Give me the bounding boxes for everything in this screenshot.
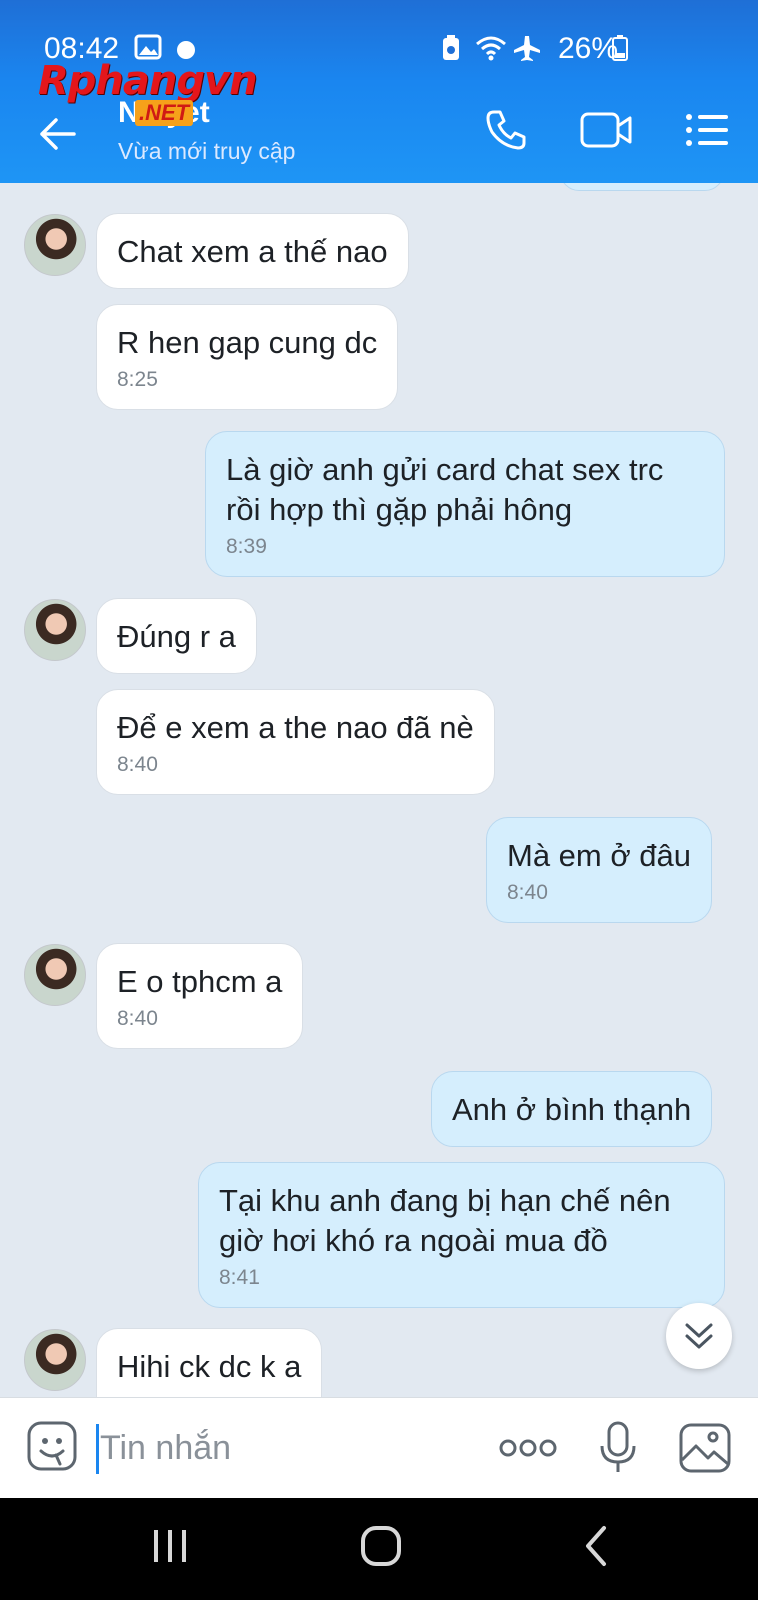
message-bubble[interactable]: Đúng r a bbox=[96, 598, 257, 674]
back-icon[interactable] bbox=[580, 1524, 610, 1568]
message-text: Chat xem a thế nao bbox=[117, 234, 388, 269]
message-composer bbox=[0, 1397, 758, 1499]
chat-thread[interactable]: Chat xem a thế nao R hen gap cung dc 8:2… bbox=[0, 183, 758, 1397]
avatar[interactable] bbox=[24, 214, 86, 276]
message-text: Để e xem a the nao đã nè bbox=[117, 710, 474, 745]
video-call-icon[interactable] bbox=[580, 108, 634, 152]
message-bubble[interactable]: Mà em ở đâu 8:40 bbox=[486, 817, 713, 923]
sticker-icon[interactable] bbox=[26, 1420, 78, 1472]
message-time: 8:41 bbox=[219, 1266, 260, 1289]
message-input[interactable] bbox=[96, 1420, 480, 1476]
message-bubble[interactable]: Là giờ anh gửi card chat sex trc rồi hợp… bbox=[205, 431, 725, 577]
contact-status: Vừa mới truy cập bbox=[118, 138, 296, 164]
message-text: Anh ở bình thạnh bbox=[452, 1092, 692, 1127]
airplane-icon bbox=[514, 36, 540, 61]
battery-saver-icon bbox=[443, 35, 459, 60]
message-text: Đúng r a bbox=[117, 619, 236, 654]
menu-list-icon[interactable] bbox=[684, 108, 730, 152]
battery-icon bbox=[612, 35, 628, 61]
watermark-logo: Rphangvn bbox=[38, 58, 258, 104]
messenger-dot-icon bbox=[177, 41, 195, 59]
message-bubble[interactable]: Anh ở bình thạnh bbox=[431, 1071, 713, 1147]
message-bubble[interactable]: Chat xem a thế nao bbox=[96, 213, 409, 289]
message-bubble-partial bbox=[560, 183, 724, 191]
message-text: E o tphcm a bbox=[117, 964, 283, 999]
text-cursor bbox=[96, 1424, 99, 1474]
message-bubble[interactable]: R hen gap cung dc 8:25 bbox=[96, 304, 399, 410]
avatar[interactable] bbox=[24, 944, 86, 1006]
home-icon[interactable] bbox=[359, 1524, 403, 1568]
message-text: R hen gap cung dc bbox=[117, 325, 378, 360]
double-chevron-down-icon bbox=[685, 1323, 713, 1349]
recent-apps-icon[interactable] bbox=[150, 1524, 190, 1568]
avatar[interactable] bbox=[24, 1329, 86, 1391]
more-dots-icon[interactable] bbox=[498, 1428, 558, 1468]
wifi-icon bbox=[476, 36, 506, 61]
message-bubble[interactable]: Hihi ck dc k a bbox=[96, 1328, 323, 1397]
message-text: Là giờ anh gửi card chat sex trc rồi hợp… bbox=[226, 452, 664, 527]
system-navigation-bar bbox=[0, 1498, 758, 1600]
phone-icon[interactable] bbox=[484, 108, 528, 152]
message-time: 8:40 bbox=[117, 753, 158, 776]
message-time: 8:40 bbox=[507, 881, 548, 904]
message-bubble[interactable]: E o tphcm a 8:40 bbox=[96, 943, 304, 1049]
message-time: 8:39 bbox=[226, 535, 267, 558]
avatar[interactable] bbox=[24, 599, 86, 661]
message-time: 8:40 bbox=[117, 1007, 158, 1030]
watermark-tag: .NET bbox=[135, 100, 194, 126]
message-bubble[interactable]: Để e xem a the nao đã nè 8:40 bbox=[96, 689, 495, 795]
message-time: 8:25 bbox=[117, 368, 158, 391]
chat-header: 08:42 26% N uyet V bbox=[0, 0, 758, 183]
arrow-left-icon[interactable] bbox=[34, 110, 82, 158]
message-text: Mà em ở đâu bbox=[507, 838, 692, 873]
microphone-icon[interactable] bbox=[598, 1420, 638, 1476]
message-text: Hihi ck dc k a bbox=[117, 1349, 302, 1384]
scroll-to-bottom-button[interactable] bbox=[666, 1303, 732, 1369]
message-text: Tại khu anh đang bị hạn chế nên giờ hơi … bbox=[219, 1183, 671, 1258]
message-bubble[interactable]: Tại khu anh đang bị hạn chế nên giờ hơi … bbox=[198, 1162, 725, 1308]
gallery-icon[interactable] bbox=[678, 1422, 732, 1474]
battery-percent: 26% bbox=[557, 32, 618, 65]
image-icon bbox=[134, 34, 162, 60]
